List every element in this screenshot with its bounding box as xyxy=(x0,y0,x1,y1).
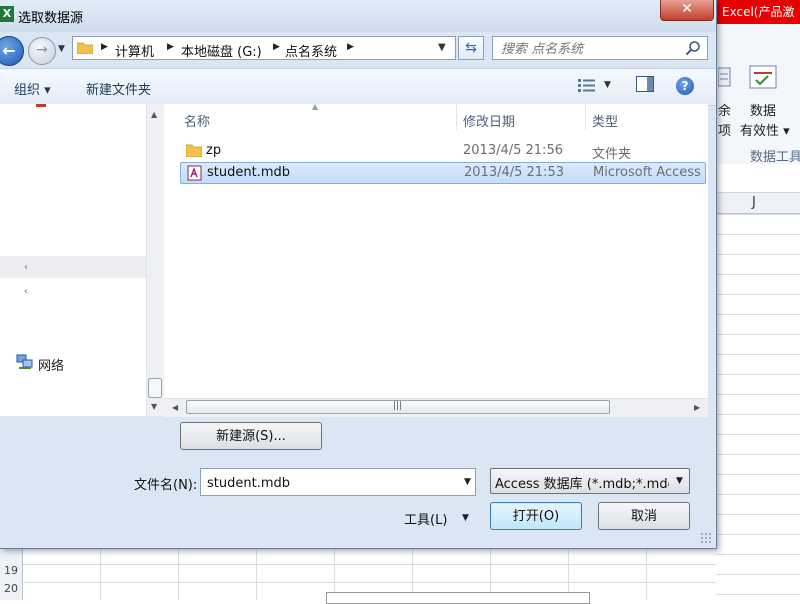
column-header-name[interactable]: 名称 xyxy=(184,111,210,130)
refresh-icon: ⇆ xyxy=(465,40,477,56)
file-modified: 2013/4/5 21:56 xyxy=(463,143,563,158)
new-folder-button[interactable]: 新建文件夹 xyxy=(86,79,151,98)
filetype-select[interactable]: Access 数据库 (*.mdb;*.mde; xyxy=(490,468,690,494)
row-number: 20 xyxy=(4,582,18,595)
ribbon-group-data-tools: 数据工具 xyxy=(750,150,800,165)
file-row-selected[interactable]: student.mdb 2013/4/5 21:53 Microsoft Acc… xyxy=(180,162,706,184)
search-box[interactable] xyxy=(492,36,708,60)
search-input[interactable] xyxy=(499,39,683,59)
column-divider[interactable] xyxy=(456,104,457,130)
breadcrumb-local-disk[interactable]: 本地磁盘 (G:) xyxy=(181,41,262,60)
scroll-right-icon[interactable]: ▶ xyxy=(694,403,700,412)
view-list-icon[interactable] xyxy=(578,78,596,92)
navigation-scroll-thumb[interactable] xyxy=(148,378,162,398)
scroll-left-icon[interactable]: ◀ xyxy=(172,403,178,412)
chevron-right-icon[interactable]: ▶ xyxy=(273,42,280,52)
sort-ascending-icon: ▲ xyxy=(312,102,319,111)
filetype-dropdown-icon[interactable]: ▼ xyxy=(676,476,683,486)
nav-item-network[interactable]: 网络 xyxy=(38,355,64,374)
filetype-value: Access 数据库 (*.mdb;*.mde; xyxy=(495,477,669,492)
folder-icon xyxy=(186,144,202,157)
breadcrumb-folder[interactable]: 点名系统 xyxy=(285,41,337,60)
column-header-type[interactable]: 类型 xyxy=(592,111,618,130)
new-source-button[interactable]: 新建源(S)... xyxy=(180,422,322,450)
filename-dropdown-icon[interactable]: ▼ xyxy=(464,477,471,487)
excel-formula-bar[interactable] xyxy=(716,164,800,193)
excel-column-header[interactable]: J xyxy=(716,193,800,214)
recent-pages-dropdown-icon[interactable]: ▼ xyxy=(58,44,65,54)
excel-cell-grid[interactable] xyxy=(716,214,800,600)
help-icon[interactable]: ? xyxy=(676,77,694,95)
tools-dropdown-icon[interactable]: ▼ xyxy=(462,513,469,523)
breadcrumb-computer[interactable]: 计算机 xyxy=(115,41,154,60)
dialog-title: 选取数据源 xyxy=(18,11,84,26)
navigation-scrollbar[interactable] xyxy=(146,104,165,416)
file-modified: 2013/4/5 21:53 xyxy=(464,165,564,180)
row-number: 19 xyxy=(4,564,18,577)
refresh-button[interactable]: ⇆ xyxy=(458,36,484,60)
access-db-icon xyxy=(187,165,202,181)
file-type: 文件夹 xyxy=(592,147,632,162)
file-name: student.mdb xyxy=(207,165,290,180)
ribbon-text-fragment: 余 xyxy=(718,104,732,119)
nav-expand-icon[interactable]: ‹ xyxy=(24,262,28,273)
ribbon-icon xyxy=(718,67,731,87)
column-divider[interactable] xyxy=(585,104,586,130)
filename-label: 文件名(N): xyxy=(134,478,198,493)
tools-menu[interactable]: 工具(L) xyxy=(404,509,447,528)
cancel-button[interactable]: 取消 xyxy=(598,502,690,530)
close-button[interactable]: ✕ xyxy=(660,0,714,21)
scroll-grip-icon: ||| xyxy=(393,401,403,411)
excel-status-area xyxy=(326,592,590,604)
ribbon-text-fragment: 项 xyxy=(718,124,732,139)
column-header-modified[interactable]: 修改日期 xyxy=(463,111,515,130)
nav-item-fragment xyxy=(36,104,46,107)
preview-pane-icon[interactable] xyxy=(636,76,654,92)
excel-ribbon: 余 数据 项 有效性 ▾ 数据工具 xyxy=(716,24,800,165)
file-name: zp xyxy=(206,143,222,158)
address-bar[interactable]: ▶ 计算机 ▶ 本地磁盘 (G:) ▶ 点名系统 ▶ xyxy=(72,36,456,60)
resize-grip-icon[interactable] xyxy=(700,532,712,544)
chevron-right-icon[interactable]: ▶ xyxy=(167,42,174,52)
scroll-down-icon[interactable]: ▼ xyxy=(151,402,157,411)
folder-icon xyxy=(77,42,93,54)
arrow-left-icon: ← xyxy=(2,41,16,60)
nav-expand-icon[interactable]: ‹ xyxy=(24,286,28,297)
filename-input[interactable] xyxy=(205,473,449,493)
file-list-header: 名称 修改日期 类型 xyxy=(164,104,708,132)
file-type: Microsoft Access xyxy=(593,165,701,180)
preview-pane-indicator xyxy=(647,77,653,91)
chevron-right-icon[interactable]: ▶ xyxy=(347,42,354,52)
excel-row-header: 19 20 xyxy=(0,546,23,600)
excel-app-icon: X xyxy=(0,6,14,22)
data-validation-icon xyxy=(749,65,777,89)
network-icon xyxy=(16,354,33,369)
view-options-dropdown-icon[interactable]: ▼ xyxy=(604,80,611,90)
ribbon-data-label[interactable]: 数据 xyxy=(750,100,776,119)
search-icon[interactable] xyxy=(685,40,701,56)
arrow-right-icon: → xyxy=(36,42,48,58)
open-button[interactable]: 打开(O) xyxy=(490,502,582,530)
dialog-title-bar[interactable]: X 选取数据源 ✕ xyxy=(0,0,716,32)
scroll-up-icon[interactable]: ▲ xyxy=(151,110,157,119)
excel-title-bar: Excel(产品激 xyxy=(716,0,800,24)
chevron-right-icon[interactable]: ▶ xyxy=(101,42,108,52)
organize-menu[interactable]: 组织 ▾ xyxy=(14,79,51,98)
forward-button[interactable]: → xyxy=(28,37,56,65)
address-history-dropdown-icon[interactable]: ▼ xyxy=(438,42,446,53)
file-row[interactable]: zp 2013/4/5 21:56 文件夹 xyxy=(180,140,706,162)
nav-pane-selected-row[interactable] xyxy=(0,256,146,278)
column-header-j: J xyxy=(752,195,756,210)
ribbon-data-validation[interactable]: 有效性 ▾ xyxy=(740,120,790,139)
filename-field[interactable] xyxy=(200,468,476,496)
